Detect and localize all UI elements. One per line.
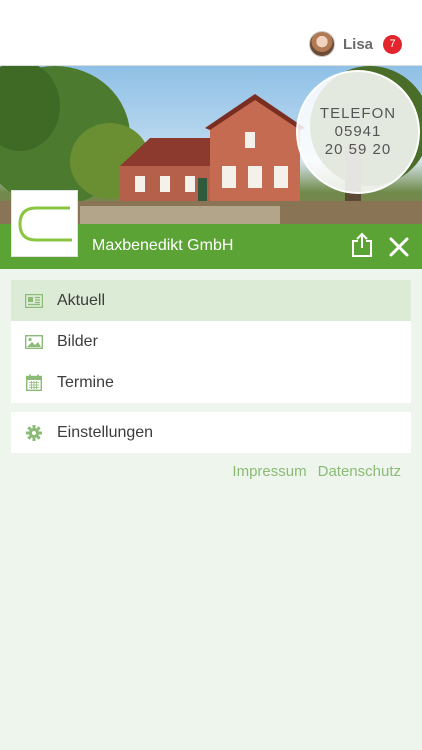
image-icon (25, 333, 43, 351)
company-name: Maxbenedikt GmbH (92, 237, 234, 254)
menu-item-einstellungen[interactable]: Einstellungen (11, 412, 411, 453)
settings-menu: Einstellungen (11, 412, 411, 453)
footer-links: Impressum Datenschutz (232, 463, 401, 480)
phone-badge[interactable]: TELEFON 05941 20 59 20 (296, 70, 420, 194)
gear-icon (25, 424, 43, 442)
impressum-link[interactable]: Impressum (232, 463, 306, 480)
top-bar: Lisa 7 (0, 0, 422, 66)
notification-badge[interactable]: 7 (383, 34, 402, 54)
menu-item-label: Einstellungen (57, 423, 154, 441)
menu-item-label: Termine (57, 373, 114, 391)
avatar[interactable] (308, 31, 335, 57)
user-name[interactable]: Lisa (343, 36, 373, 53)
phone-number-line2: 20 59 20 (324, 141, 392, 158)
menu-item-aktuell[interactable]: Aktuell (11, 280, 411, 321)
newspaper-icon (25, 292, 43, 310)
logo-icon (18, 206, 72, 242)
menu-item-termine[interactable]: Termine (11, 362, 411, 403)
company-logo (11, 190, 78, 257)
main-menu: Aktuell Bilder Termine (11, 280, 411, 403)
menu-item-bilder[interactable]: Bilder (11, 321, 411, 362)
close-icon[interactable] (388, 236, 410, 258)
menu-item-label: Aktuell (57, 291, 106, 309)
calendar-icon (25, 374, 43, 392)
user-menu[interactable]: Lisa 7 (308, 30, 402, 58)
phone-label: TELEFON (319, 105, 397, 122)
datenschutz-link[interactable]: Datenschutz (318, 463, 401, 480)
menu-item-label: Bilder (57, 332, 98, 350)
phone-number-line1: 05941 (334, 123, 382, 140)
share-icon[interactable] (350, 232, 374, 258)
